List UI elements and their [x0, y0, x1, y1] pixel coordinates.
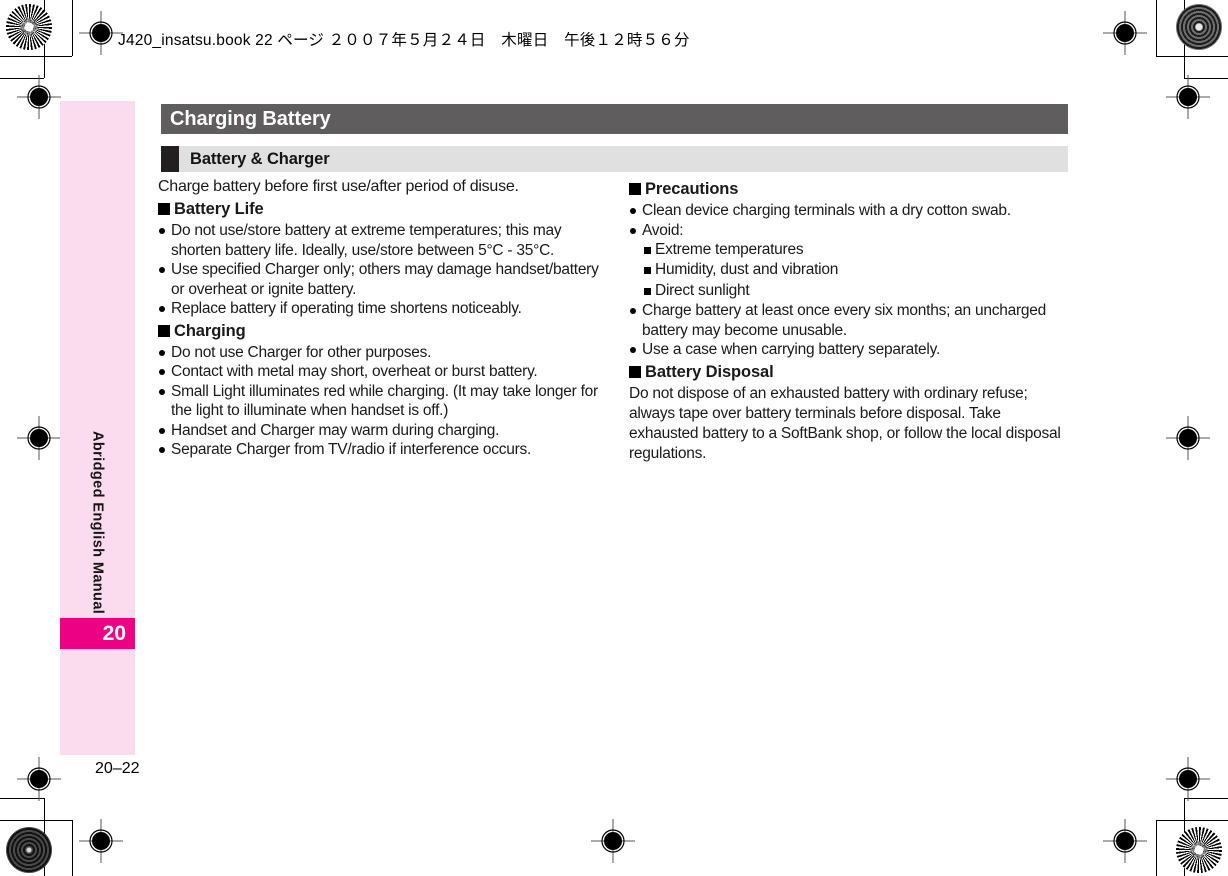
crop-line-bottom-right-h — [1156, 820, 1228, 821]
lead-paragraph: Charge battery before first use/after pe… — [158, 178, 519, 195]
list-item: Humidity, dust and vibration — [643, 260, 1070, 280]
left-column: Charge battery before first use/after pe… — [158, 177, 599, 465]
subheading-battery-life: Battery Life — [158, 200, 599, 219]
chapter-title: Charging Battery — [170, 107, 331, 130]
list-item: Extreme temperatures — [643, 240, 1070, 260]
registration-mark-top-right — [1166, 75, 1210, 119]
registration-mark-bottom-left-inner — [79, 819, 123, 863]
subheading-charging: Charging — [158, 322, 599, 341]
density-target-bottom-left — [6, 827, 52, 873]
section-title: Battery & Charger — [190, 149, 330, 168]
crop-line-top-left-inner-h — [0, 78, 44, 79]
section-title-bar: Battery & Charger — [161, 146, 1068, 172]
crop-line-bottom-right-inner-h — [1184, 798, 1228, 799]
charging-list: Do not use Charger for other purposes. C… — [158, 343, 599, 460]
registration-mark-bottom-center — [591, 819, 635, 863]
registration-mark-bottom-right-inner — [1103, 819, 1147, 863]
crop-line-bottom-left-inner-v — [44, 798, 45, 876]
list-item: Replace battery if operating time shorte… — [158, 299, 599, 319]
registration-mark-top-header — [79, 11, 123, 55]
subheading-precautions-label: Precautions — [645, 180, 739, 198]
side-tab-page-number: 20 — [102, 622, 126, 645]
list-item: Small Light illuminates red while chargi… — [158, 382, 599, 421]
battery-life-list: Do not use/store battery at extreme temp… — [158, 221, 599, 319]
list-item: Do not use Charger for other purposes. — [158, 343, 599, 363]
list-item: Contact with metal may short, overheat o… — [158, 362, 599, 382]
chapter-title-bar: Charging Battery — [161, 104, 1068, 134]
subheading-square-icon — [629, 365, 641, 378]
battery-disposal-paragraph: Do not dispose of an exhausted battery w… — [629, 384, 1061, 463]
crop-line-bottom-right-v — [1156, 820, 1157, 876]
subheading-square-icon — [629, 183, 641, 195]
list-item: Direct sunlight — [643, 281, 1070, 301]
registration-mark-top-left — [17, 75, 61, 119]
subheading-precautions: Precautions — [629, 180, 1070, 199]
avoid-sublist: Extreme temperatures Humidity, dust and … — [629, 240, 1070, 301]
resolution-target-bottom-right — [1176, 827, 1222, 873]
list-item: Charge battery at least once every six m… — [629, 301, 1070, 340]
list-item: Use specified Charger only; others may d… — [158, 260, 599, 299]
registration-mark-bottom-left — [17, 757, 61, 801]
crop-line-top-right-h — [1156, 56, 1228, 57]
folio: 20–22 — [95, 760, 140, 777]
running-header: J420_insatsu.book 22 ページ ２００７年５月２４日 木曜日 … — [118, 32, 690, 49]
crop-line-top-right-inner-v — [1184, 0, 1185, 78]
section-marker-square-icon — [161, 146, 179, 172]
list-item: Handset and Charger may warm during char… — [158, 421, 599, 441]
registration-mark-middle-left — [17, 416, 61, 460]
subheading-square-icon — [158, 324, 170, 337]
list-item: Do not use/store battery at extreme temp… — [158, 221, 599, 260]
crop-line-bottom-left-v — [72, 820, 73, 876]
subheading-battery-life-label: Battery Life — [174, 200, 264, 218]
crop-line-bottom-right-inner-v — [1184, 798, 1185, 876]
subheading-battery-disposal-label: Battery Disposal — [645, 362, 774, 381]
precautions-list-top: Clean device charging terminals with a d… — [629, 201, 1070, 240]
side-tab-label: Abridged English Manual — [60, 101, 135, 618]
crop-line-top-left-v — [72, 0, 73, 56]
right-column: Precautions Clean device charging termin… — [629, 177, 1070, 465]
subheading-battery-disposal: Battery Disposal — [629, 363, 1070, 382]
crop-line-top-right-inner-h — [1184, 78, 1228, 79]
body-columns: Charge battery before first use/after pe… — [158, 177, 1070, 465]
list-item: Avoid: — [629, 221, 1070, 241]
registration-mark-middle-right — [1166, 416, 1210, 460]
side-tab-label-text: Abridged English Manual — [89, 430, 106, 614]
crop-line-bottom-left-inner-h — [0, 798, 44, 799]
resolution-target-top-left — [6, 4, 52, 50]
density-target-top-right — [1176, 4, 1222, 50]
list-item: Use a case when carrying battery separat… — [629, 340, 1070, 360]
crop-line-top-right-v — [1156, 0, 1157, 56]
precautions-list-bottom: Charge battery at least once every six m… — [629, 301, 1070, 360]
crop-line-top-left-h — [0, 56, 72, 57]
registration-mark-top-right-header — [1103, 11, 1147, 55]
subheading-square-icon — [158, 203, 170, 215]
crop-line-top-left-inner-v — [44, 0, 45, 78]
list-item: Clean device charging terminals with a d… — [629, 201, 1070, 221]
registration-mark-bottom-right — [1166, 757, 1210, 801]
crop-line-bottom-left-h — [0, 820, 72, 821]
side-tab-page-marker: 20 — [60, 618, 135, 649]
subheading-charging-label: Charging — [174, 321, 246, 340]
list-item: Separate Charger from TV/radio if interf… — [158, 440, 599, 460]
